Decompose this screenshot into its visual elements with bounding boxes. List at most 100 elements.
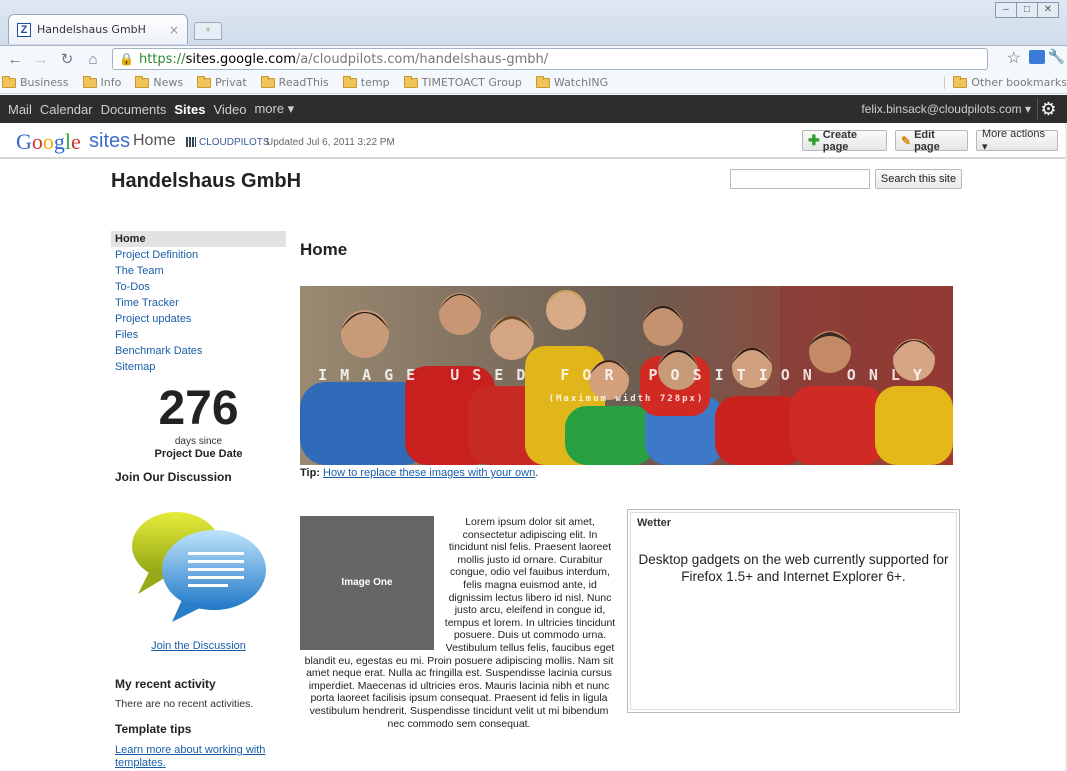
- wrench-icon[interactable]: 🔧: [1048, 48, 1065, 65]
- forward-icon[interactable]: →: [30, 51, 52, 68]
- template-tips-link[interactable]: Learn more about working with templates.: [115, 744, 275, 770]
- close-window-icon[interactable]: ✕: [1037, 2, 1059, 18]
- window-controls: – □ ✕: [995, 2, 1059, 18]
- browser-toolbar: ← → ↻ ⌂ 🔒 https://sites.google.com/a/clo…: [0, 46, 1067, 72]
- gear-icon[interactable]: ⚙: [1037, 98, 1059, 120]
- other-bookmarks-label: Other bookmarks: [971, 76, 1067, 89]
- bookmark-label: Business: [20, 76, 69, 89]
- edit-page-button[interactable]: ✎ Edit page: [895, 128, 968, 153]
- banner-caption: IMAGE USED FOR POSITION ONLY: [318, 366, 935, 384]
- chat-bubbles-icon: [132, 512, 266, 622]
- pencil-icon: ✎: [901, 133, 912, 148]
- sites-header: Google sites Home CLOUDPILOTS Updated Ju…: [0, 123, 1067, 159]
- bookmark-label: ReadThis: [278, 76, 329, 89]
- edit-page-label: Edit page: [914, 128, 940, 153]
- tip-link[interactable]: How to replace these images with your ow…: [323, 467, 535, 479]
- create-page-label: Create page: [822, 128, 857, 153]
- sidebar-item-the-team[interactable]: The Team: [111, 263, 286, 279]
- more-actions-button[interactable]: More actions ▾: [976, 128, 1058, 153]
- domain-name[interactable]: CLOUDPILOTS: [199, 137, 270, 148]
- create-page-button[interactable]: ✚ Create page: [802, 128, 887, 153]
- google-logo[interactable]: Google: [16, 129, 81, 155]
- folder-icon: [82, 75, 97, 88]
- site-favicon-icon: Z: [17, 22, 31, 37]
- gbar-more[interactable]: more ▾: [254, 101, 294, 117]
- tab-close-icon[interactable]: ×: [169, 23, 179, 37]
- maximize-icon[interactable]: □: [1016, 2, 1038, 18]
- new-tab-button[interactable]: +: [194, 22, 222, 40]
- bookmarks-bar: Business Info News Privat ReadThis temp …: [0, 72, 1067, 94]
- countdown-event: Project Due Date: [154, 448, 243, 460]
- join-discussion-heading: Join Our Discussion: [115, 470, 232, 484]
- bookmark-folder[interactable]: TIMETOACT Group: [403, 75, 522, 89]
- sites-logo-text[interactable]: sites: [89, 130, 130, 153]
- browser-tab[interactable]: Z Handelshaus GmbH ×: [8, 14, 188, 44]
- gbar-documents[interactable]: Documents: [101, 102, 167, 117]
- reload-icon[interactable]: ↻: [56, 50, 78, 68]
- folder-icon: [953, 75, 968, 88]
- tip-line: Tip: How to replace these images with yo…: [300, 467, 538, 479]
- sidebar-item-project-definition[interactable]: Project Definition: [111, 247, 286, 263]
- search-site-button[interactable]: Search this site: [875, 169, 962, 189]
- url-host: sites.google.com: [185, 51, 296, 67]
- countdown-number: 276: [158, 382, 239, 435]
- lock-icon: 🔒: [119, 52, 134, 66]
- bookmark-label: TIMETOACT Group: [421, 76, 522, 89]
- minimize-icon[interactable]: –: [995, 2, 1017, 18]
- sidebar-item-time-tracker[interactable]: Time Tracker: [111, 295, 286, 311]
- gbar-sites[interactable]: Sites: [174, 102, 205, 117]
- tip-end: .: [535, 467, 539, 479]
- site-title[interactable]: Handelshaus GmbH: [111, 170, 301, 193]
- image-one-placeholder: Image One: [300, 516, 434, 650]
- extension-icon[interactable]: [1029, 50, 1045, 64]
- banner-subcaption: (Maximum width 728px): [548, 394, 705, 404]
- countdown-caption: days since: [174, 436, 223, 447]
- folder-icon: [342, 75, 357, 88]
- bookmark-label: News: [153, 76, 184, 89]
- sidebar-item-to-dos[interactable]: To-Dos: [111, 279, 286, 295]
- bookmark-folder[interactable]: WatchING: [535, 75, 609, 89]
- join-discussion-link[interactable]: Join the Discussion: [111, 640, 286, 652]
- bookmark-star-icon[interactable]: ☆: [1007, 48, 1021, 68]
- tab-title: Handelshaus GmbH: [37, 23, 146, 36]
- sidebar-item-files[interactable]: Files: [111, 327, 286, 343]
- recent-activity-text: There are no recent activities.: [115, 698, 254, 710]
- sidebar-item-home[interactable]: Home: [111, 231, 286, 247]
- bookmark-folder[interactable]: Privat: [197, 75, 247, 89]
- site-search-input[interactable]: [730, 169, 870, 189]
- domain-icon: [186, 137, 196, 147]
- current-page-name: Home: [133, 132, 176, 149]
- template-tips-heading: Template tips: [115, 722, 192, 736]
- sidebar-item-benchmark-dates[interactable]: Benchmark Dates: [111, 343, 286, 359]
- bookmark-label: temp: [360, 76, 390, 89]
- bookmark-folder[interactable]: ReadThis: [260, 75, 329, 89]
- sidebar-item-project-updates[interactable]: Project updates: [111, 311, 286, 327]
- gbar-calendar[interactable]: Calendar: [40, 102, 93, 117]
- bookmark-folder[interactable]: News: [135, 75, 184, 89]
- sidebar-item-sitemap[interactable]: Sitemap: [111, 359, 286, 375]
- url-scheme: https://: [138, 51, 186, 67]
- account-menu[interactable]: felix.binsack@cloudpilots.com ▾: [861, 102, 1031, 116]
- sidebar-nav: Home Project Definition The Team To-Dos …: [111, 231, 286, 375]
- bookmark-folder[interactable]: Business: [2, 75, 69, 89]
- address-bar[interactable]: 🔒 https://sites.google.com/a/cloudpilots…: [112, 48, 988, 70]
- other-bookmarks[interactable]: Other bookmarks: [944, 75, 1067, 89]
- browser-titlebar: Z Handelshaus GmbH × + – □ ✕: [0, 0, 1067, 46]
- gadget-title: Wetter: [637, 517, 672, 529]
- bookmark-label: Info: [100, 76, 122, 89]
- folder-icon: [2, 75, 16, 88]
- page-heading: Home: [300, 240, 348, 259]
- home-icon[interactable]: ⌂: [82, 51, 104, 68]
- bookmark-label: WatchING: [553, 76, 609, 89]
- gbar-video[interactable]: Video: [213, 102, 246, 117]
- weather-gadget: Wetter Desktop gadgets on the web curren…: [627, 509, 960, 713]
- countdown-gadget: 276 days since Project Due Date: [111, 382, 286, 460]
- bookmark-folder[interactable]: Info: [82, 75, 122, 89]
- bookmark-folder[interactable]: temp: [342, 75, 390, 89]
- folder-icon: [260, 75, 275, 88]
- gbar-mail[interactable]: Mail: [8, 102, 32, 117]
- bookmark-label: Privat: [215, 76, 247, 89]
- back-icon[interactable]: ←: [4, 51, 26, 68]
- folder-icon: [535, 75, 550, 88]
- more-actions-label: More actions ▾: [982, 128, 1045, 153]
